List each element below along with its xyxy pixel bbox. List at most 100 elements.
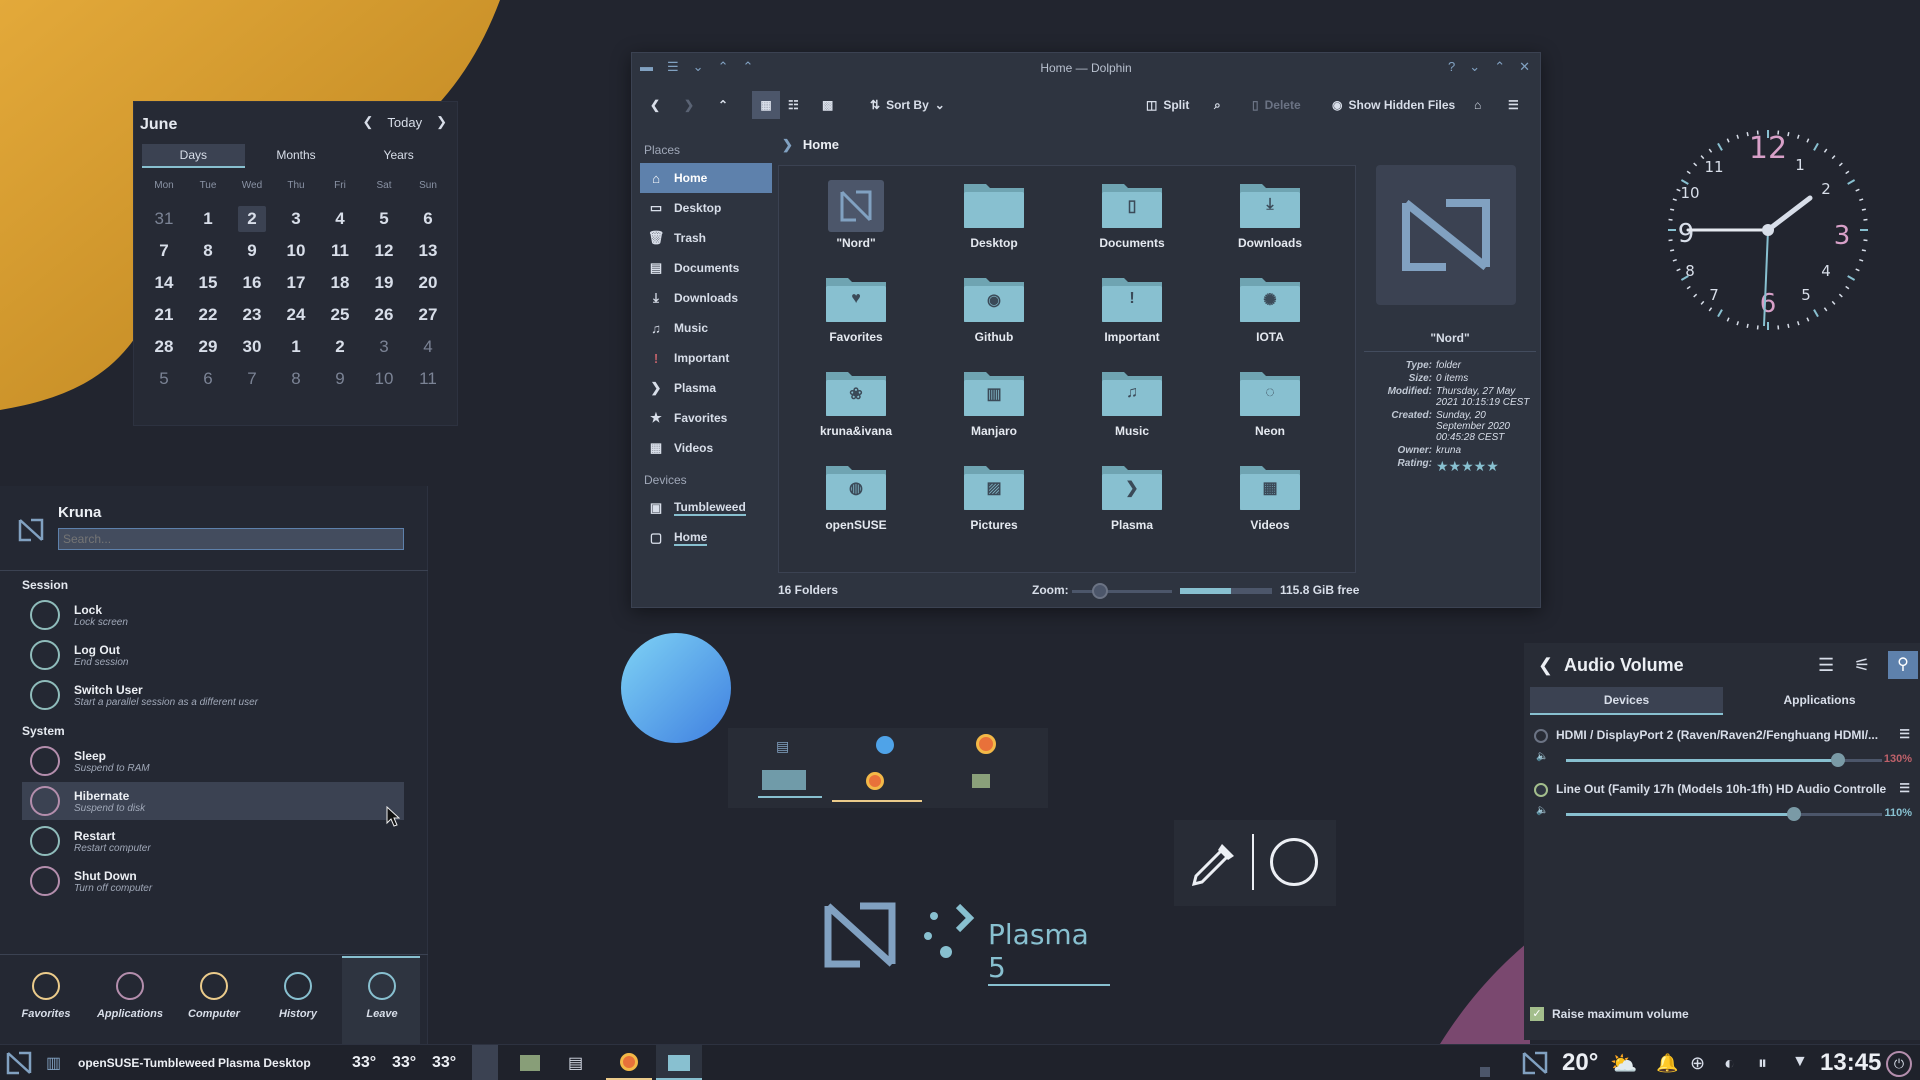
- calendar-day[interactable]: 11: [414, 366, 442, 392]
- folder-item[interactable]: ! Important: [1063, 272, 1201, 366]
- hamburger-menu-icon[interactable]: ☰: [1508, 91, 1519, 119]
- browser-icon[interactable]: [876, 736, 894, 754]
- calendar-day[interactable]: 3: [282, 206, 310, 232]
- tab-applications[interactable]: Applications: [88, 956, 172, 1034]
- calendar-day[interactable]: 16: [238, 270, 266, 296]
- calendar-day[interactable]: 2: [238, 206, 266, 232]
- nord-tray-icon[interactable]: [1522, 1051, 1548, 1075]
- folder-item[interactable]: ⤓ Downloads: [1201, 178, 1339, 272]
- folder-item[interactable]: ▨ Pictures: [925, 460, 1063, 554]
- zoom-slider[interactable]: [1072, 583, 1172, 599]
- show-hidden-files-button[interactable]: ◉ Show Hidden Files: [1332, 91, 1455, 119]
- calendar-day[interactable]: 10: [370, 366, 398, 392]
- image-viewer-task-icon[interactable]: [520, 1055, 540, 1071]
- pin-icon[interactable]: ⚲: [1888, 651, 1918, 679]
- color-picker-widget[interactable]: [1174, 820, 1336, 906]
- tab-computer[interactable]: Computer: [172, 956, 256, 1034]
- leave-hibernate[interactable]: Hibernate Suspend to disk: [22, 782, 404, 820]
- calendar-day[interactable]: 28: [150, 334, 178, 360]
- speaker-icon[interactable]: 🔈: [1536, 805, 1548, 816]
- calendar-day[interactable]: 12: [370, 238, 398, 264]
- calendar-tab-years[interactable]: Years: [347, 144, 450, 168]
- volume-slider[interactable]: [1566, 753, 1882, 767]
- system-monitor-icon[interactable]: ▤: [776, 738, 789, 755]
- calendar-day[interactable]: 30: [238, 334, 266, 360]
- default-device-radio[interactable]: [1534, 729, 1548, 743]
- folder-item[interactable]: "Nord": [787, 178, 925, 272]
- calendar-day[interactable]: 5: [370, 206, 398, 232]
- leave-sleep[interactable]: Sleep Suspend to RAM: [22, 742, 404, 780]
- tab-leave[interactable]: Leave: [340, 956, 424, 1034]
- show-desktop-icon[interactable]: [472, 1045, 498, 1080]
- media-pause-icon[interactable]: ⏸: [1758, 1053, 1767, 1074]
- firefox-icon[interactable]: [976, 734, 996, 754]
- up-icon[interactable]: ⌃: [718, 91, 728, 119]
- calendar-tab-months[interactable]: Months: [245, 144, 348, 168]
- folder-item[interactable]: ▯ Documents: [1063, 178, 1201, 272]
- calendar-day[interactable]: 2: [326, 334, 354, 360]
- audio-tab-applications[interactable]: Applications: [1723, 687, 1916, 715]
- default-device-radio[interactable]: [1534, 783, 1548, 797]
- device-home[interactable]: ▢ Home: [640, 523, 772, 553]
- calendar-day[interactable]: 18: [326, 270, 354, 296]
- search-input[interactable]: [58, 528, 404, 550]
- folder-item[interactable]: ▥ Manjaro: [925, 366, 1063, 460]
- place-videos[interactable]: ▦ Videos: [640, 433, 772, 463]
- calendar-day[interactable]: 25: [326, 302, 354, 328]
- keep-below-icon[interactable]: ⌃: [742, 59, 753, 75]
- breadcrumb-home[interactable]: Home: [803, 137, 839, 152]
- volume-handle[interactable]: [1786, 807, 1801, 821]
- calendar-day[interactable]: 22: [194, 302, 222, 328]
- place-downloads[interactable]: ⤓ Downloads: [640, 283, 772, 313]
- place-plasma[interactable]: ❯ Plasma: [640, 373, 772, 403]
- calendar-day[interactable]: 27: [414, 302, 442, 328]
- tray-arrow-icon[interactable]: [1480, 1067, 1490, 1077]
- calendar-day[interactable]: 4: [414, 334, 442, 360]
- next-month-icon[interactable]: ❯: [436, 114, 447, 130]
- calendar-tab-days[interactable]: Days: [142, 144, 245, 168]
- split-button[interactable]: ◫ Split: [1146, 91, 1189, 119]
- updates-icon[interactable]: ⊕: [1690, 1053, 1705, 1074]
- clock-time[interactable]: 13:45: [1820, 1045, 1881, 1080]
- icons-view-icon[interactable]: ▦: [752, 91, 780, 119]
- sort-by-button[interactable]: ⇅ Sort By ⌄: [870, 91, 945, 119]
- firefox-window-icon[interactable]: [866, 772, 884, 790]
- folder-app-icon[interactable]: ▬: [640, 59, 653, 75]
- help-icon[interactable]: ?: [1448, 59, 1455, 75]
- calendar-day[interactable]: 8: [282, 366, 310, 392]
- folder-item[interactable]: ◌ Neon: [1201, 366, 1339, 460]
- calendar-day[interactable]: 19: [370, 270, 398, 296]
- app-launcher-icon[interactable]: [6, 1051, 32, 1075]
- distro-label[interactable]: openSUSE-Tumbleweed: [78, 1045, 215, 1080]
- details-view-icon[interactable]: ▩: [822, 91, 833, 119]
- calendar-day[interactable]: 11: [326, 238, 354, 264]
- menu-icon[interactable]: ☰: [667, 59, 679, 75]
- firefox-task[interactable]: [606, 1045, 652, 1080]
- calendar-day[interactable]: 4: [326, 206, 354, 232]
- calendar-day[interactable]: 13: [414, 238, 442, 264]
- today-button[interactable]: Today: [387, 115, 422, 130]
- activity-label[interactable]: Plasma Desktop: [218, 1045, 311, 1080]
- raise-max-checkbox[interactable]: ✓: [1530, 1007, 1544, 1021]
- calendar-day[interactable]: 20: [414, 270, 442, 296]
- device-tumbleweed[interactable]: ▣ Tumbleweed: [640, 493, 772, 523]
- system-monitor-task-icon[interactable]: ▤: [568, 1053, 583, 1073]
- volume-handle[interactable]: [1830, 753, 1845, 767]
- calendar-day[interactable]: 24: [282, 302, 310, 328]
- calendar-day[interactable]: 9: [238, 238, 266, 264]
- calendar-day[interactable]: 3: [370, 334, 398, 360]
- keep-above-icon[interactable]: ⌃: [718, 59, 729, 75]
- calendar-day[interactable]: 9: [326, 366, 354, 392]
- folder-item[interactable]: ❯ Plasma: [1063, 460, 1201, 554]
- leave-log-out[interactable]: Log Out End session: [22, 636, 404, 674]
- calendar-day[interactable]: 29: [194, 334, 222, 360]
- place-music[interactable]: ♫ Music: [640, 313, 772, 343]
- place-important[interactable]: ! Important: [640, 343, 772, 373]
- place-documents[interactable]: ▤ Documents: [640, 253, 772, 283]
- compact-view-icon[interactable]: ☷: [788, 91, 799, 119]
- calendar-day[interactable]: 21: [150, 302, 178, 328]
- folder-item[interactable]: ❀ kruna&ivana: [787, 366, 925, 460]
- folder-item[interactable]: ♥ Favorites: [787, 272, 925, 366]
- leave-shut-down[interactable]: Shut Down Turn off computer: [22, 862, 404, 900]
- device-menu-icon[interactable]: ☰: [1899, 727, 1910, 741]
